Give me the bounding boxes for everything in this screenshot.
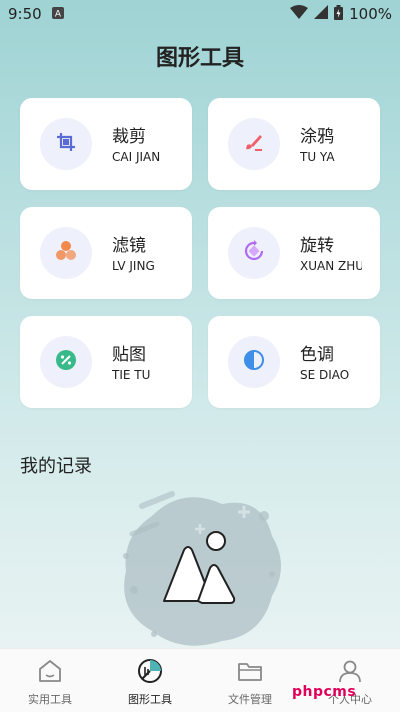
nav-item-utility-tools[interactable]: 实用工具 xyxy=(0,649,100,712)
tool-name-en: LV JING xyxy=(112,259,155,273)
brush-icon xyxy=(243,131,265,157)
nav-item-personal-center[interactable]: 个人中心 xyxy=(300,649,400,712)
tool-name-cn: 涂鸦 xyxy=(300,127,334,147)
tool-name-en: XUAN ZHUAN xyxy=(300,259,362,273)
filter-icon xyxy=(55,240,77,266)
watermark: phpcms xyxy=(292,684,357,700)
wifi-icon xyxy=(290,5,309,23)
status-time: 9:50 xyxy=(8,5,42,23)
tool-name-cn: 旋转 xyxy=(300,236,334,256)
battery-percent: 100% xyxy=(349,5,392,23)
nav-item-graphic-tools[interactable]: 图形工具 xyxy=(100,649,200,712)
sticker-icon xyxy=(55,349,77,375)
tone-icon xyxy=(243,349,265,375)
tool-name-en: TIE TU xyxy=(112,368,151,382)
tool-card-crop[interactable]: 裁剪 CAI JIAN xyxy=(20,98,192,190)
empty-image-illustration xyxy=(112,486,288,650)
bottom-nav: 实用工具 图形工具 文件管理 个人中心 xyxy=(0,648,400,712)
tool-name-en: CAI JIAN xyxy=(112,150,161,164)
tool-name-en: TU YA xyxy=(300,150,335,164)
crop-icon xyxy=(55,131,77,157)
nav-label: 图形工具 xyxy=(128,693,172,706)
tool-card-sticker[interactable]: 贴图 TIE TU xyxy=(20,316,192,408)
battery-icon xyxy=(334,4,344,24)
chart-icon xyxy=(136,657,164,689)
tool-name-en: SE DIAO xyxy=(300,368,350,382)
status-bar: 9:50 A 100% xyxy=(0,0,400,28)
tool-name-cn: 滤镜 xyxy=(112,236,146,256)
tool-card-rotate[interactable]: 旋转 XUAN ZHUAN xyxy=(208,207,380,299)
signal-icon xyxy=(314,5,329,23)
tool-card-brush[interactable]: 涂鸦 TU YA xyxy=(208,98,380,190)
tool-name-cn: 贴图 xyxy=(112,345,146,365)
tool-card-tone[interactable]: 色调 SE DIAO xyxy=(208,316,380,408)
records-title: 我的记录 xyxy=(20,456,92,477)
rotate-icon xyxy=(243,240,265,266)
page-title: 图形工具 xyxy=(155,46,244,71)
tool-card-filter[interactable]: 滤镜 LV JING xyxy=(20,207,192,299)
svg-text:A: A xyxy=(55,10,62,20)
tool-name-cn: 裁剪 xyxy=(112,127,146,147)
folder-icon xyxy=(236,657,264,689)
nav-label: 实用工具 xyxy=(28,693,72,706)
a-badge-icon: A xyxy=(51,5,64,23)
home-icon xyxy=(36,657,64,689)
tool-name-cn: 色调 xyxy=(300,345,334,365)
nav-label: 文件管理 xyxy=(228,693,272,706)
nav-item-file-manager[interactable]: 文件管理 xyxy=(200,649,300,712)
